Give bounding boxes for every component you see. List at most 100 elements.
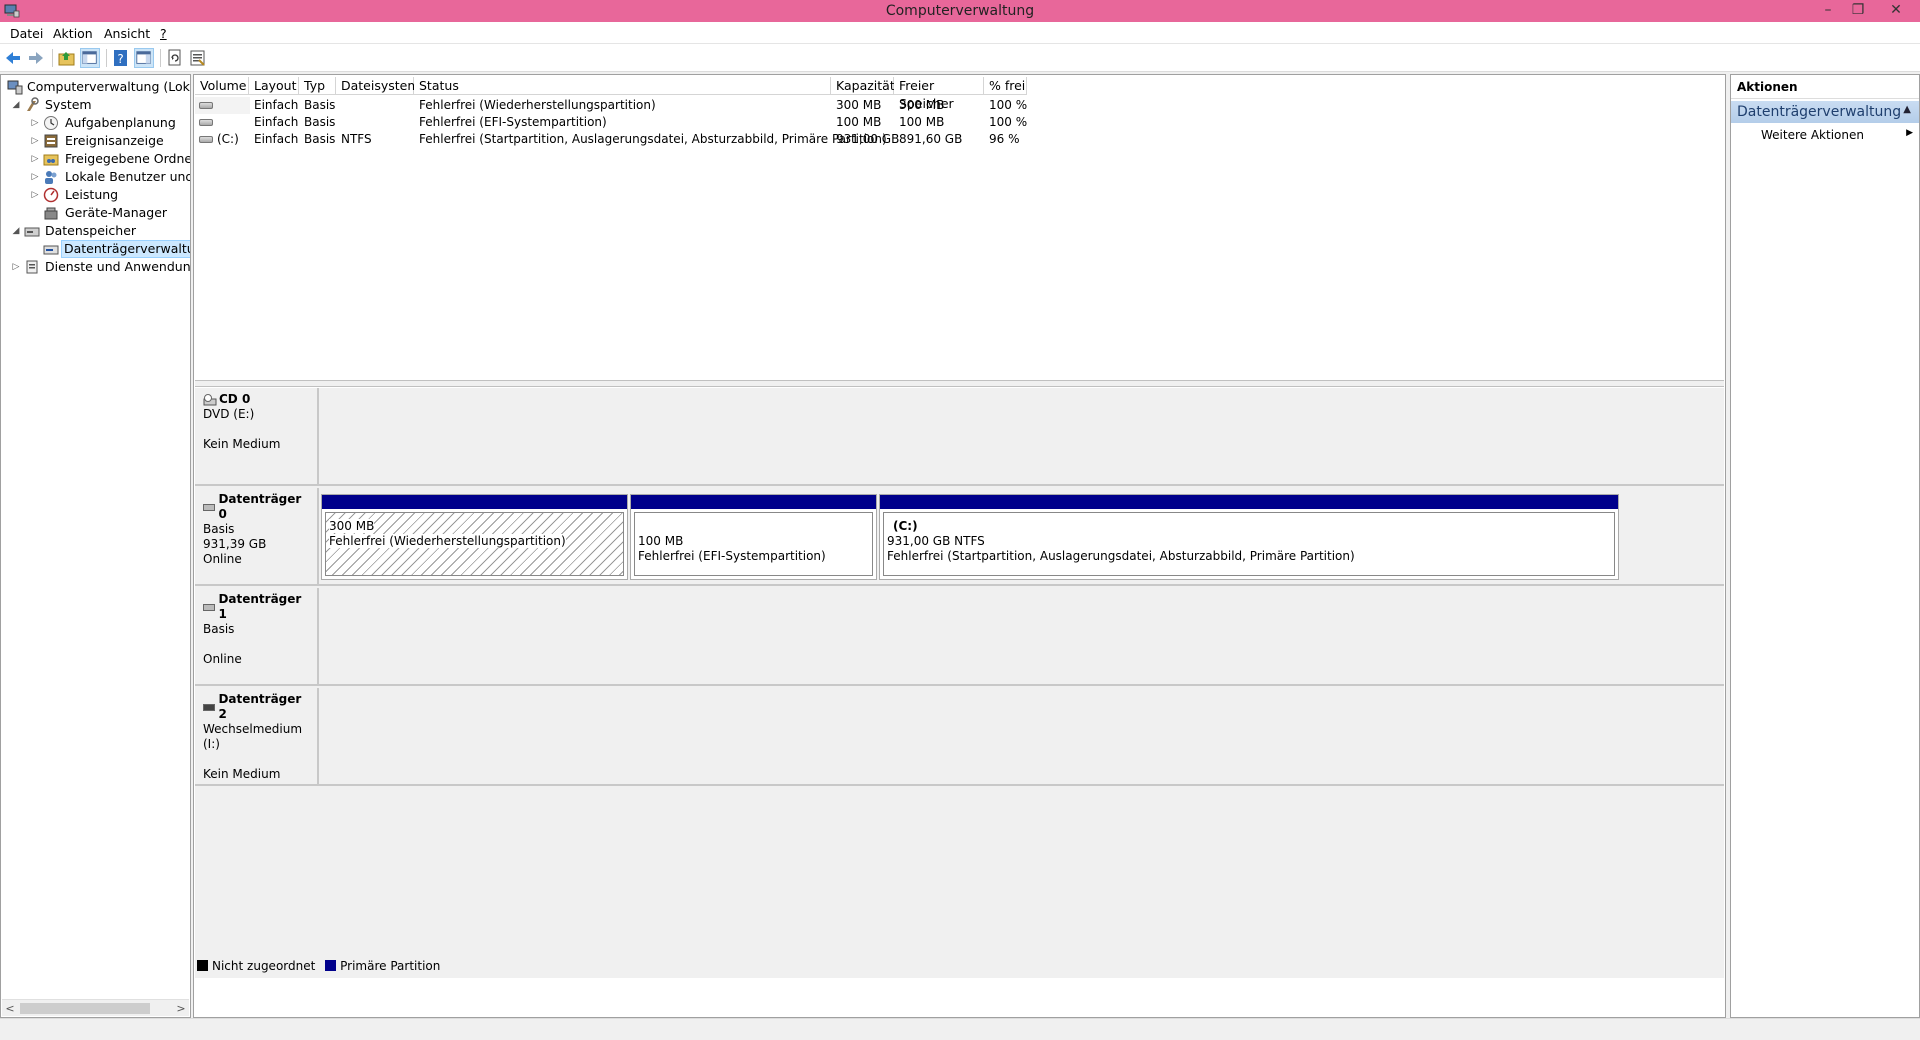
type-cell: Basis xyxy=(304,115,336,129)
partition-efi[interactable]: 100 MB Fehlerfrei (EFI-Systempartition) xyxy=(630,494,877,580)
disk-info: Datenträger 0 Basis 931,39 GB Online xyxy=(195,488,319,584)
svg-text:?: ? xyxy=(117,52,123,66)
horizontal-scrollbar[interactable]: < > xyxy=(2,999,189,1016)
show-hide-tree-icon[interactable] xyxy=(80,48,100,68)
refresh-icon[interactable] xyxy=(165,48,185,68)
disk-status: Kein Medium xyxy=(203,767,281,781)
status-cell: Fehlerfrei (EFI-Systempartition) xyxy=(419,115,607,129)
tree-item-label: Computerverwaltung (Lokal) xyxy=(27,79,191,94)
actions-section-header[interactable]: Datenträgerverwaltung ▲ xyxy=(1731,101,1919,123)
actions-section-label: Datenträgerverwaltung xyxy=(1737,104,1902,120)
tree-item-label: Freigegebene Ordner xyxy=(65,151,191,166)
services-icon xyxy=(26,260,38,274)
column-typ[interactable]: Typ xyxy=(299,77,336,95)
submenu-arrow-icon: ▶ xyxy=(1906,128,1913,138)
device-manager-icon xyxy=(44,207,58,220)
expand-icon[interactable]: ▷ xyxy=(30,114,40,132)
percent-free-cell: 96 % xyxy=(989,132,1020,146)
toolbar: ? xyxy=(0,44,1920,72)
primary-partition-bar xyxy=(880,495,1618,509)
forward-icon[interactable] xyxy=(26,48,46,68)
type-cell: Basis xyxy=(304,98,336,112)
volume-icon xyxy=(199,119,213,126)
collapse-icon[interactable]: ◢ xyxy=(11,96,21,114)
menu-aktion[interactable]: Aktion xyxy=(53,26,93,41)
back-icon[interactable] xyxy=(3,48,23,68)
free-space-cell: 891,60 GB xyxy=(899,132,963,146)
collapse-icon[interactable]: ◢ xyxy=(11,222,21,240)
properties-icon[interactable] xyxy=(188,48,208,68)
partition-c[interactable]: (C:) 931,00 GB NTFS Fehlerfrei (Startpar… xyxy=(879,494,1619,580)
legend-primary-label: Primäre Partition xyxy=(340,959,441,973)
expand-icon[interactable]: ▷ xyxy=(30,168,40,186)
disk-management-icon xyxy=(43,245,59,255)
show-hide-action-pane-icon[interactable] xyxy=(134,48,154,68)
column-volume[interactable]: Volume xyxy=(195,77,249,95)
help-icon[interactable]: ? xyxy=(111,48,131,68)
disk-row-1[interactable]: Datenträger 1 Basis Online xyxy=(195,588,1724,686)
more-actions-item[interactable]: Weitere Aktionen xyxy=(1761,128,1864,142)
column-layout[interactable]: Layout xyxy=(249,77,299,95)
disk-size: 931,39 GB xyxy=(203,537,267,551)
table-row[interactable]: Einfach Basis Fehlerfrei (EFI-Systempart… xyxy=(195,114,1715,131)
status-cell: Fehlerfrei (Wiederherstellungspartition) xyxy=(419,98,656,112)
toolbar-separator xyxy=(52,49,53,67)
up-folder-icon[interactable] xyxy=(57,48,77,68)
table-row[interactable]: Einfach Basis Fehlerfrei (Wiederherstell… xyxy=(195,97,1715,114)
scroll-thumb[interactable] xyxy=(20,1003,150,1014)
disk-name: Datenträger 1 xyxy=(218,592,302,621)
volume-icon xyxy=(199,136,213,143)
column-prozent-frei[interactable]: % frei xyxy=(984,77,1027,95)
disk-row-0[interactable]: Datenträger 0 Basis 931,39 GB Online 300… xyxy=(195,488,1724,586)
expand-icon[interactable]: ▷ xyxy=(30,150,40,168)
partition-recovery[interactable]: 300 MB Fehlerfrei (Wiederherstellungspar… xyxy=(321,494,628,580)
performance-icon xyxy=(43,187,59,203)
column-dateisystem[interactable]: Dateisystem xyxy=(336,77,420,95)
restore-button[interactable]: ❐ xyxy=(1844,0,1872,20)
partition-size: 300 MB xyxy=(329,519,375,533)
minimize-button[interactable]: – xyxy=(1814,0,1842,20)
disk-row-2[interactable]: Datenträger 2 Wechselmedium (I:) Kein Me… xyxy=(195,688,1724,786)
free-space-cell: 300 MB xyxy=(899,98,945,112)
column-freier-speicher[interactable]: Freier Speicher xyxy=(894,77,984,111)
pane-splitter[interactable] xyxy=(195,380,1724,387)
disk-type: Wechselmedium (I:) xyxy=(203,722,303,751)
table-row[interactable]: (C:) Einfach Basis NTFS Fehlerfrei (Star… xyxy=(195,131,1715,148)
disk-type: Basis xyxy=(203,522,235,536)
disk-status: Online xyxy=(203,552,242,566)
column-status[interactable]: Status xyxy=(414,77,831,95)
legend-unallocated-label: Nicht zugeordnet xyxy=(212,959,316,973)
primary-partition-bar xyxy=(631,495,876,509)
column-kapazitaet[interactable]: Kapazität xyxy=(831,77,895,95)
collapse-up-icon[interactable]: ▲ xyxy=(1903,104,1911,115)
menu-datei[interactable]: Datei xyxy=(10,26,43,41)
status-bar xyxy=(0,1018,1920,1040)
disk-info: Datenträger 2 Wechselmedium (I:) Kein Me… xyxy=(195,688,319,784)
disk-row-cd0[interactable]: CD 0 DVD (E:) Kein Medium xyxy=(195,388,1724,486)
tree-item-label: Aufgabenplanung xyxy=(65,115,176,130)
layout-cell: Einfach xyxy=(254,115,299,129)
menu-help[interactable]: ? xyxy=(160,26,167,41)
disk-type: Basis xyxy=(203,622,235,636)
system-tools-icon xyxy=(27,97,39,111)
menu-ansicht[interactable]: Ansicht xyxy=(104,26,150,41)
actions-title: Aktionen xyxy=(1731,75,1919,99)
disk-name: Datenträger 0 xyxy=(218,492,302,521)
storage-icon xyxy=(24,227,40,237)
expand-icon[interactable]: ▷ xyxy=(30,186,40,204)
expand-icon[interactable]: ▷ xyxy=(30,132,40,150)
type-cell: Basis xyxy=(304,132,336,146)
close-button[interactable]: ✕ xyxy=(1880,0,1912,20)
scroll-right-icon[interactable]: > xyxy=(173,1000,189,1017)
expand-icon[interactable]: ▷ xyxy=(11,258,21,276)
toolbar-separator xyxy=(106,49,107,67)
disk-area xyxy=(319,688,1724,784)
disk-info: CD 0 DVD (E:) Kein Medium xyxy=(195,388,319,484)
layout-cell: Einfach xyxy=(254,98,299,112)
scroll-left-icon[interactable]: < xyxy=(2,1000,18,1017)
disk-area: 300 MB Fehlerfrei (Wiederherstellungspar… xyxy=(319,488,1724,584)
capacity-cell: 100 MB xyxy=(836,115,882,129)
disk-size xyxy=(203,752,309,767)
event-viewer-icon xyxy=(44,134,58,148)
tree-item-label: Lokale Benutzer und Gr xyxy=(65,169,191,184)
